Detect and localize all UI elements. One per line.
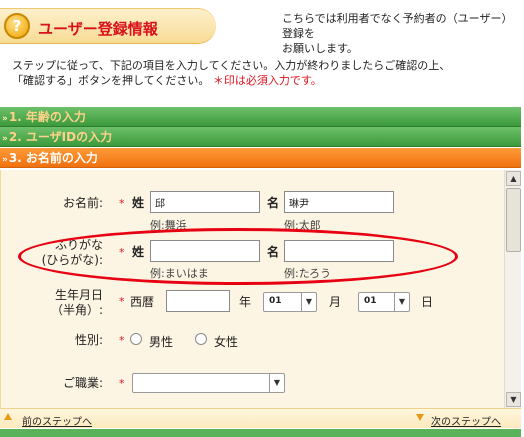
section-user-id-label: 2. ユーザIDの入力 xyxy=(8,130,113,144)
furigana-label-line2: (ひらがな): xyxy=(41,253,103,267)
next-arrow-icon xyxy=(416,414,424,421)
section-age-label: 1. 年齢の入力 xyxy=(8,110,86,124)
header-note-line2: お願いします。 xyxy=(282,42,358,55)
section-arrow-icon: » xyxy=(2,134,8,144)
section-name-label: 3. お名前の入力 xyxy=(8,151,98,165)
required-mark: * xyxy=(119,246,125,259)
next-section-bar xyxy=(0,429,521,437)
first-name-kana-input[interactable] xyxy=(284,240,394,262)
male-label[interactable]: 男性 xyxy=(149,333,173,350)
required-mark: * xyxy=(119,197,125,210)
furigana-label-line1: ふりがな xyxy=(54,238,103,252)
first-name-kana-hint: 例:たろう xyxy=(284,267,332,280)
birthday-label-line2: （半角）: xyxy=(50,303,103,317)
required-mark: * xyxy=(119,334,125,347)
birthday-label-line1: 生年月日 xyxy=(54,288,103,302)
month-unit: 月 xyxy=(329,295,342,309)
info-icon: ? xyxy=(4,13,30,39)
dropdown-arrow-icon: ▼ xyxy=(269,374,284,392)
day-unit: 日 xyxy=(421,295,434,309)
last-name-input[interactable] xyxy=(150,191,260,213)
header-title-bar: ? ユーザー登録情報 xyxy=(0,8,216,44)
next-step-link[interactable]: 次のステップへ xyxy=(431,413,501,428)
birth-day-select[interactable]: 01 ▼ xyxy=(358,292,410,312)
header-note: こちらでは利用者でなく予約者の（ユーザー）登録を お願いします。 xyxy=(282,11,518,56)
male-radio[interactable] xyxy=(130,333,142,345)
step-navigation: 前のステップへ 次のステップへ xyxy=(0,408,521,428)
first-name-hint: 例:太郎 xyxy=(284,219,321,232)
form-scrollbar[interactable]: ▲ ▼ xyxy=(504,170,521,408)
section-name[interactable]: »3. お名前の入力 xyxy=(0,148,521,168)
birth-month-select[interactable]: 01 ▼ xyxy=(263,292,317,312)
name-label: お名前: xyxy=(62,196,103,210)
intro-line2: 「確認する」ボタンを押してください。 ＊印は必須入力です。 xyxy=(12,73,517,88)
dropdown-arrow-icon: ▼ xyxy=(301,293,316,311)
intro-text: ステップに従って、下記の項目を入力してください。入力が終わりましたらご確認の上、… xyxy=(12,58,517,88)
female-label[interactable]: 女性 xyxy=(214,333,238,350)
female-radio[interactable] xyxy=(195,333,207,345)
era-label: 西暦 xyxy=(130,295,155,309)
section-arrow-icon: » xyxy=(2,155,8,165)
sei-label: 姓 xyxy=(132,196,145,210)
furigana-label: ふりがな (ひらがな): xyxy=(31,238,103,268)
page-header: ? ユーザー登録情報 こちらでは利用者でなく予約者の（ユーザー）登録を お願いし… xyxy=(0,0,524,55)
prev-arrow-icon xyxy=(4,413,12,420)
scroll-down-icon[interactable]: ▼ xyxy=(506,392,521,407)
furigana-sei-label: 姓 xyxy=(132,245,145,259)
birthday-label: 生年月日 （半角）: xyxy=(41,288,103,318)
gender-label: 性別: xyxy=(74,333,103,347)
required-mark: * xyxy=(119,377,125,390)
occupation-select[interactable]: ▼ xyxy=(132,373,285,393)
intro-line1: ステップに従って、下記の項目を入力してください。入力が終わりましたらご確認の上、 xyxy=(12,59,451,72)
scroll-up-icon[interactable]: ▲ xyxy=(506,171,521,186)
page-title: ユーザー登録情報 xyxy=(38,20,158,38)
birth-day-value: 01 xyxy=(364,296,377,306)
section-user-id[interactable]: »2. ユーザIDの入力 xyxy=(0,127,521,147)
last-name-kana-hint: 例:まいはま xyxy=(150,267,209,280)
occupation-label: ご職業: xyxy=(62,376,103,390)
scroll-thumb[interactable] xyxy=(506,188,521,252)
mei-label: 名 xyxy=(267,196,280,210)
section-arrow-icon: » xyxy=(2,114,8,124)
furigana-mei-label: 名 xyxy=(267,245,280,259)
required-note: ＊印は必須入力です。 xyxy=(212,74,322,87)
birth-month-value: 01 xyxy=(269,296,282,306)
last-name-hint: 例:舞浜 xyxy=(150,219,187,232)
prev-step-link[interactable]: 前のステップへ xyxy=(22,413,92,428)
last-name-kana-input[interactable] xyxy=(150,240,260,262)
first-name-input[interactable] xyxy=(284,191,394,213)
name-form: お名前: * 姓 名 例:舞浜 例:太郎 ふりがな (ひらがな): * 姓 名 … xyxy=(0,170,504,408)
section-age[interactable]: »1. 年齢の入力 xyxy=(0,107,521,127)
year-unit: 年 xyxy=(239,295,252,309)
header-note-line1: こちらでは利用者でなく予約者の（ユーザー）登録を xyxy=(282,12,513,40)
birth-year-input[interactable] xyxy=(166,290,230,312)
intro-line2-prefix: 「確認する」ボタンを押してください。 xyxy=(12,74,210,87)
required-mark: * xyxy=(119,295,125,308)
dropdown-arrow-icon: ▼ xyxy=(394,293,409,311)
